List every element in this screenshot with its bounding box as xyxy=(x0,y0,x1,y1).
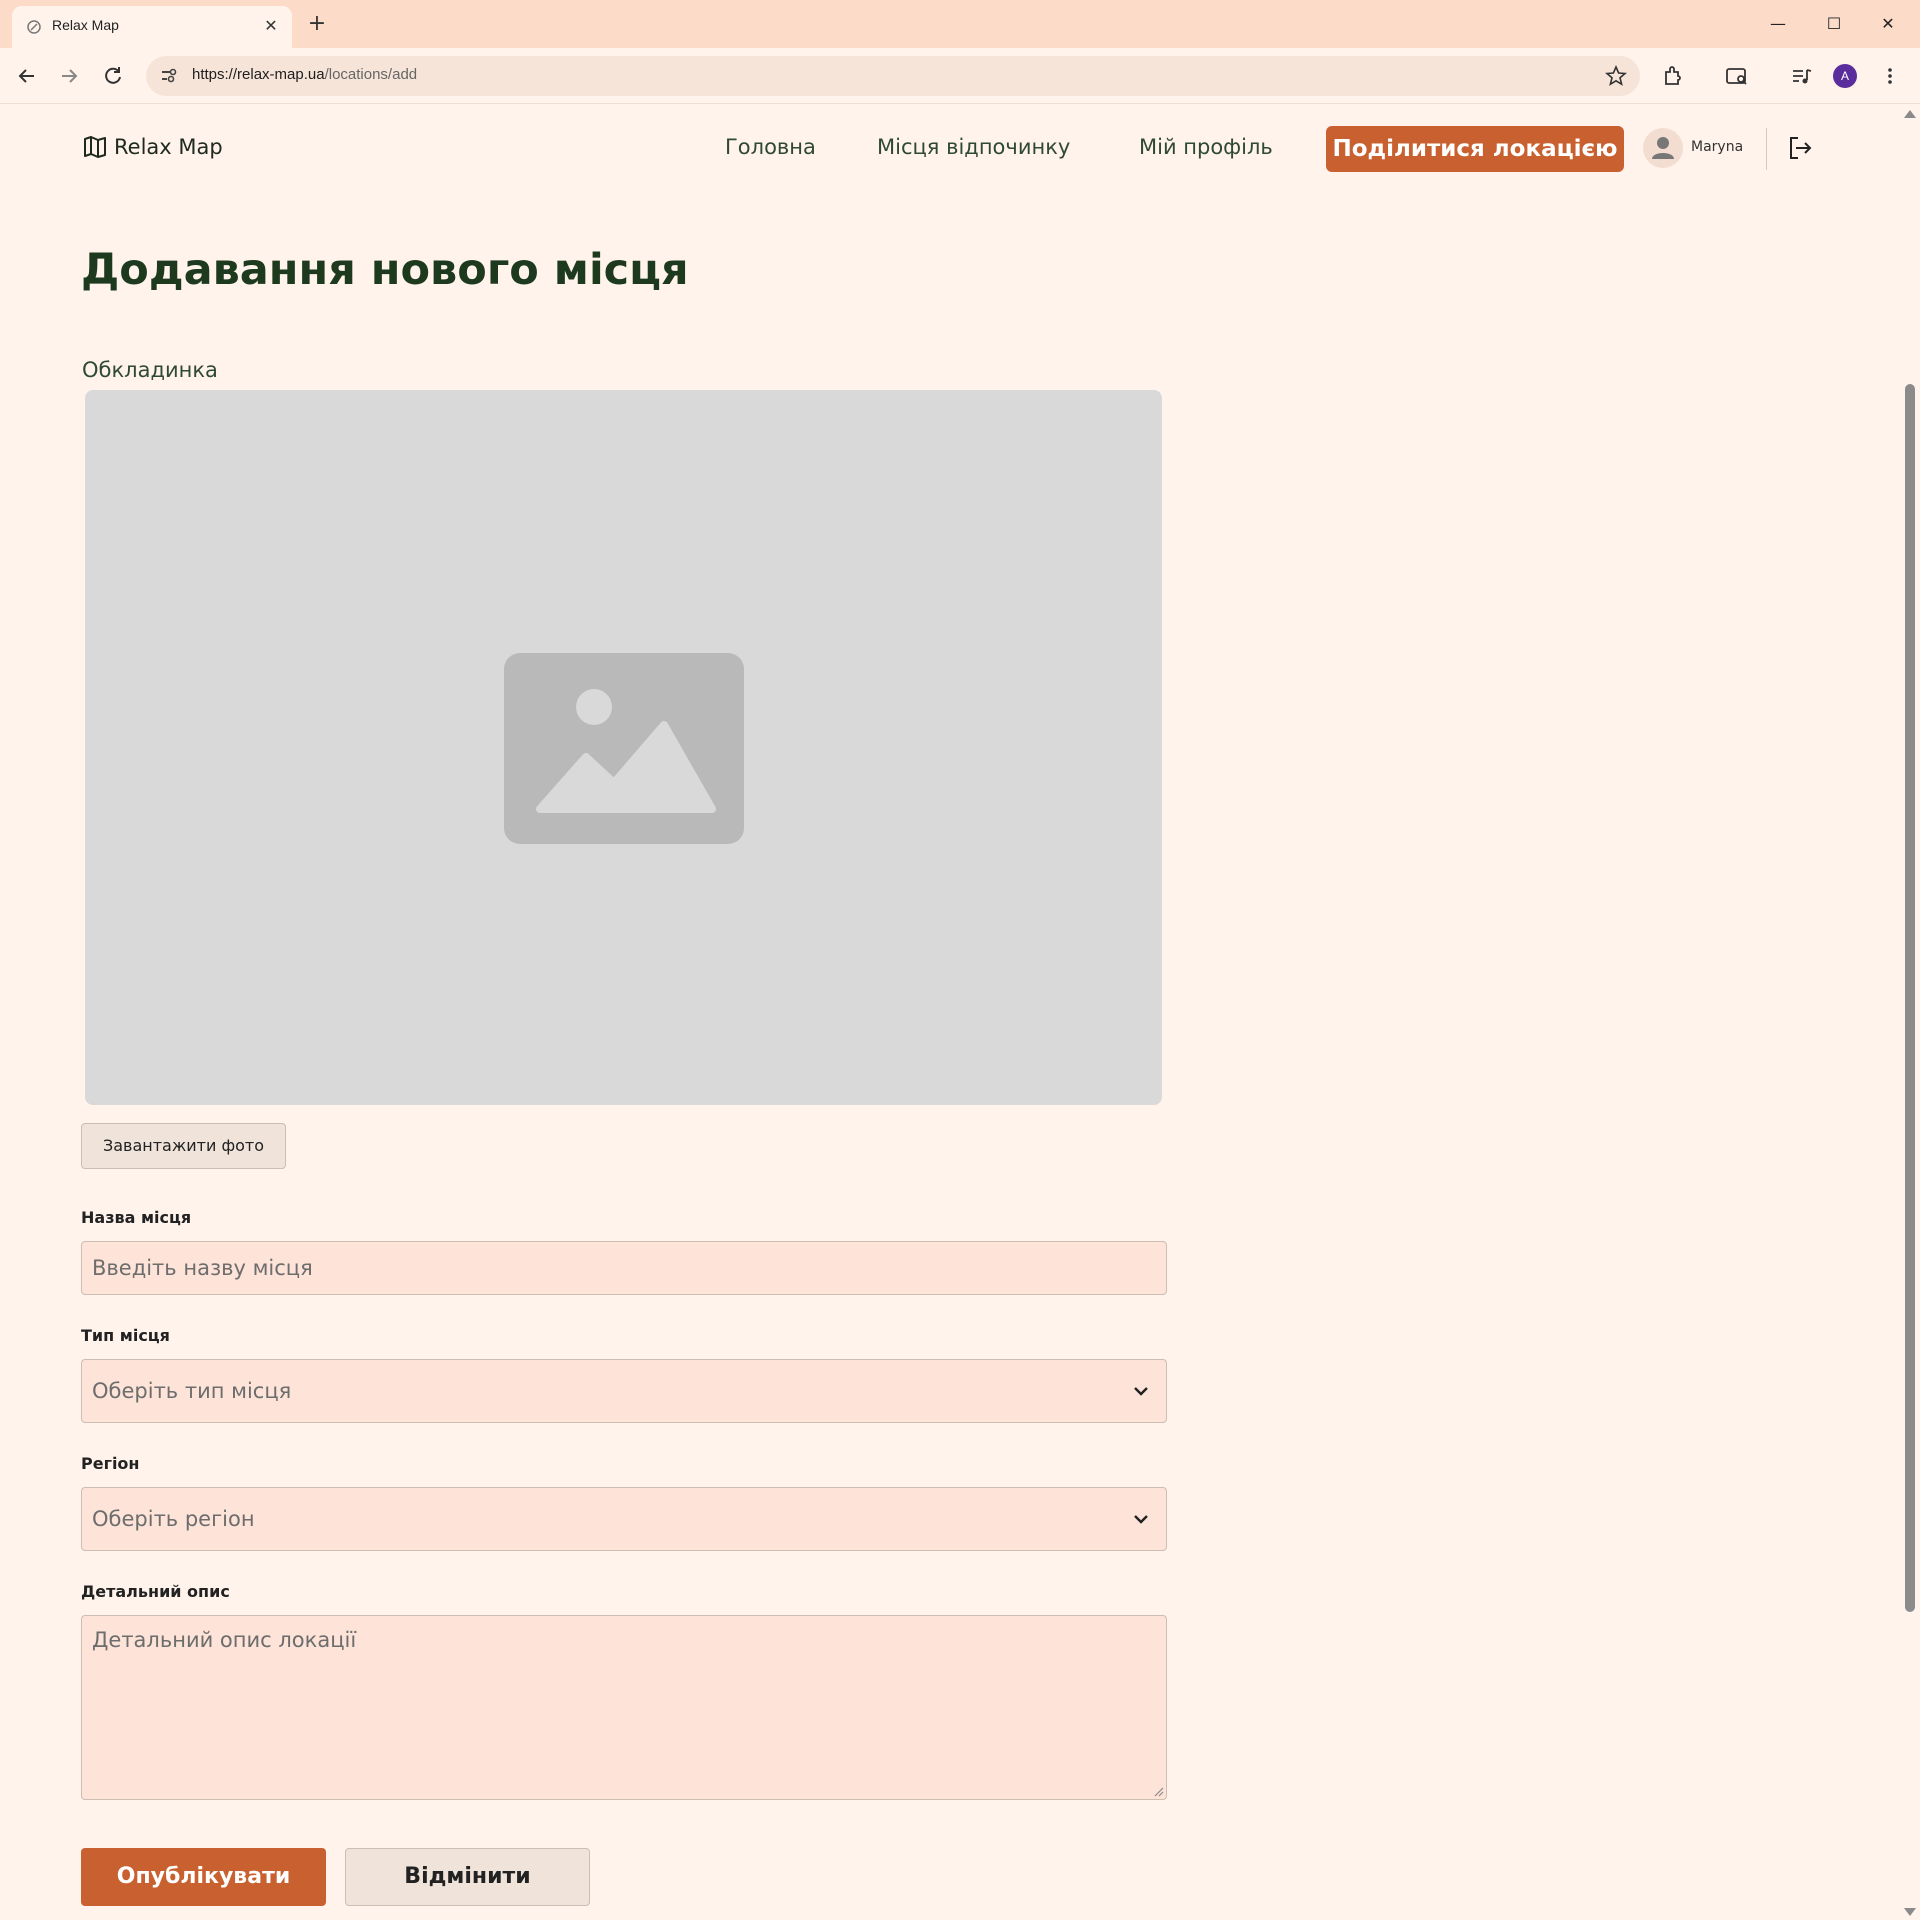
browser-toolbar: https://relax-map.ua/locations/add xyxy=(0,48,1920,104)
user-name[interactable]: Maryna xyxy=(1691,139,1743,155)
type-label: Тип місця xyxy=(81,1326,170,1345)
menu-icon[interactable] xyxy=(1876,62,1904,90)
logo-text: Relax Map xyxy=(114,135,223,159)
user-icon xyxy=(1652,137,1674,159)
description-label: Детальний опис xyxy=(81,1582,230,1601)
resize-grip-icon[interactable] xyxy=(1152,1785,1164,1797)
back-icon[interactable] xyxy=(12,61,42,91)
favicon-icon xyxy=(27,20,41,34)
type-select[interactable]: Оберіть тип місця xyxy=(81,1359,1167,1423)
scroll-down-arrow[interactable] xyxy=(1904,1908,1916,1916)
extensions-icon[interactable] xyxy=(1659,62,1687,90)
url-text: https://relax-map.ua/locations/add xyxy=(192,66,417,83)
region-placeholder: Оберіть регіон xyxy=(92,1507,255,1531)
nav-link-profile[interactable]: Мій профіль xyxy=(1139,135,1273,159)
cover-image-preview xyxy=(85,390,1162,1105)
publish-button[interactable]: Опублікувати xyxy=(81,1848,326,1906)
image-placeholder-icon xyxy=(504,653,744,844)
site-header: Relax Map Головна Місця відпочинку Мій п… xyxy=(0,104,1900,194)
logout-icon[interactable] xyxy=(1786,134,1814,162)
nav-link-home[interactable]: Головна xyxy=(725,135,816,159)
page-scrollbar[interactable] xyxy=(1900,104,1920,1920)
region-label: Регіон xyxy=(81,1454,140,1473)
plus-icon[interactable]: + xyxy=(304,12,330,38)
reload-icon[interactable] xyxy=(98,61,128,91)
description-textarea[interactable]: Детальний опис локації xyxy=(81,1615,1167,1800)
avatar[interactable] xyxy=(1643,128,1683,168)
description-placeholder: Детальний опис локації xyxy=(92,1628,357,1652)
browser-tab[interactable]: Relax Map ✕ xyxy=(12,6,292,48)
cancel-button[interactable]: Відмінити xyxy=(345,1848,590,1906)
url-path: /locations/add xyxy=(324,66,418,83)
name-label: Назва місця xyxy=(81,1208,192,1227)
close-icon[interactable]: ✕ xyxy=(260,15,282,37)
logo[interactable]: Relax Map xyxy=(82,134,223,160)
header-divider xyxy=(1766,128,1767,170)
chevron-down-icon xyxy=(1134,1387,1148,1396)
map-icon xyxy=(84,136,106,158)
upload-photo-button[interactable]: Завантажити фото xyxy=(81,1123,286,1169)
type-placeholder: Оберіть тип місця xyxy=(92,1379,292,1403)
scroll-thumb[interactable] xyxy=(1905,384,1915,1612)
share-location-button[interactable]: Поділитися локацією xyxy=(1326,126,1624,172)
scroll-up-arrow[interactable] xyxy=(1904,110,1916,118)
cover-label: Обкладинка xyxy=(82,358,218,382)
nav-link-places[interactable]: Місця відпочинку xyxy=(877,135,1070,159)
star-icon[interactable] xyxy=(1604,64,1628,88)
name-placeholder: Введіть назву місця xyxy=(92,1256,313,1280)
page-title: Додавання нового місця xyxy=(81,245,689,295)
url-host: https://relax-map.ua xyxy=(192,66,325,83)
minimize-icon[interactable]: — xyxy=(1758,8,1798,40)
site-info-icon[interactable] xyxy=(154,62,182,90)
chevron-down-icon xyxy=(1134,1515,1148,1524)
forward-icon[interactable] xyxy=(54,61,84,91)
browser-tabbar: Relax Map ✕ + — ☐ ✕ xyxy=(0,0,1920,48)
media-icon[interactable] xyxy=(1788,62,1816,90)
maximize-icon[interactable]: ☐ xyxy=(1814,8,1854,40)
address-bar[interactable]: https://relax-map.ua/locations/add xyxy=(146,56,1640,96)
tab-title: Relax Map xyxy=(52,17,119,33)
name-field[interactable]: Введіть назву місця xyxy=(81,1241,1167,1295)
close-window-icon[interactable]: ✕ xyxy=(1868,8,1908,40)
browser-profile-avatar[interactable]: A xyxy=(1833,64,1857,88)
region-select[interactable]: Оберіть регіон xyxy=(81,1487,1167,1551)
search-tabs-icon[interactable] xyxy=(1723,62,1751,90)
